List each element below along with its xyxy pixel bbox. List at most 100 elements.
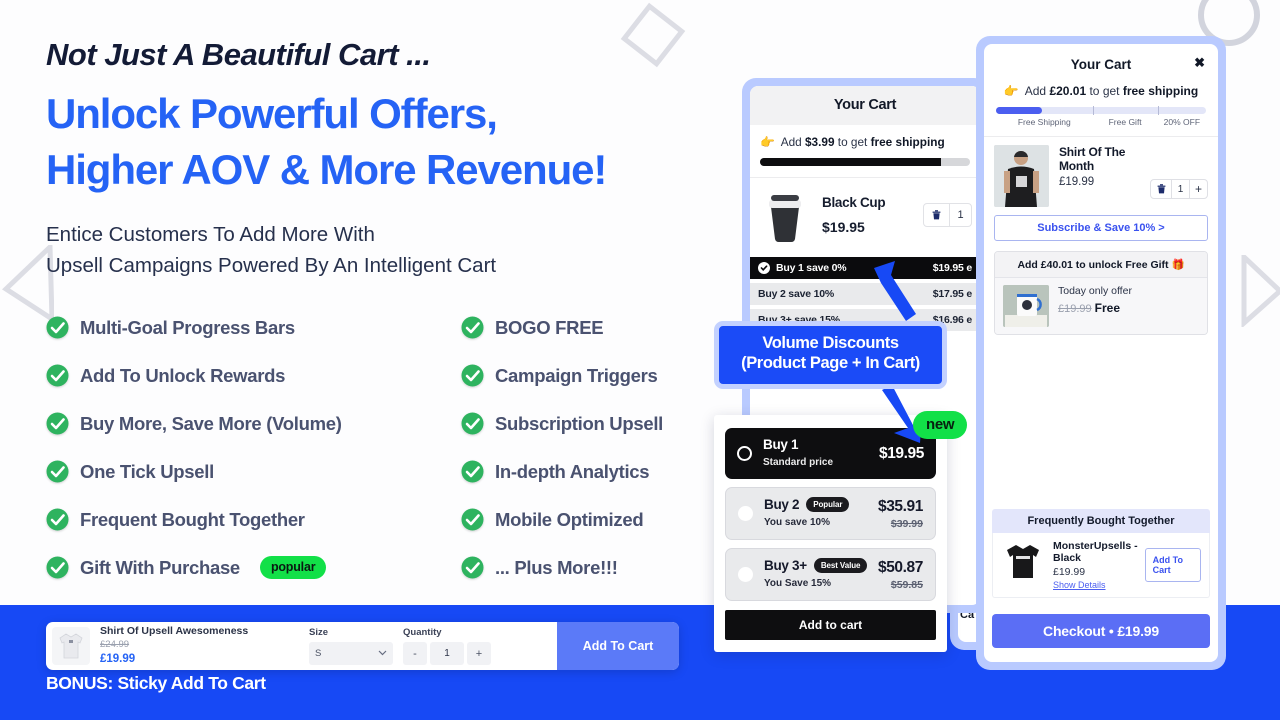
check-circle-icon bbox=[46, 508, 69, 531]
fbt-product-name: MonsterUpsells - Black bbox=[1053, 540, 1138, 564]
volume-options-list: Buy 1 Standard price $19.95 Buy 2 Popular You… bbox=[725, 428, 936, 601]
fbt-add-to-cart-button[interactable]: Add To Cart bbox=[1144, 548, 1201, 582]
hero-section: Not Just A Beautiful Cart ... Unlock Pow… bbox=[46, 37, 726, 281]
quantity-value[interactable]: 1 bbox=[430, 642, 464, 665]
hero-title-line-2: Higher AOV & More Revenue! bbox=[46, 145, 607, 193]
volume-tier-label: Buy 2 save 10% bbox=[758, 288, 835, 300]
cart-right-line-item: Shirt Of The Month £19.99 1 + bbox=[984, 137, 1218, 207]
volume-option[interactable]: Buy 2 Popular You save 10% $35.91 $39.99 bbox=[725, 487, 936, 540]
size-select[interactable]: S bbox=[309, 642, 393, 665]
volume-option-price: $50.87 bbox=[877, 558, 923, 576]
volume-discount-widget: Buy 1 Standard price $19.95 Buy 2 Popular You… bbox=[714, 415, 947, 652]
cart-middle-quantity-value[interactable]: 1 bbox=[949, 204, 971, 226]
milestone-free-shipping: Free Shipping bbox=[1017, 117, 1071, 127]
quantity-increment-button[interactable]: + bbox=[467, 642, 491, 665]
hero-subtitle: Entice Customers To Add More With Upsell… bbox=[46, 219, 726, 281]
ship-amount: $3.99 bbox=[804, 135, 835, 149]
cart-right-progress-legend: Free Shipping Free Gift 20% OFF bbox=[996, 117, 1206, 127]
sticky-add-to-cart-button[interactable]: Add To Cart bbox=[557, 622, 679, 670]
cart-right-shipping-message: 👉 Add £20.01 to get free shipping bbox=[984, 82, 1218, 98]
check-circle-icon bbox=[461, 460, 484, 483]
shirt-model-image bbox=[994, 145, 1049, 207]
subscribe-and-save-button[interactable]: Subscribe & Save 10% > bbox=[994, 215, 1208, 241]
sticky-product-name: Shirt Of Upsell Awesomeness bbox=[100, 624, 249, 637]
radio-button-icon[interactable] bbox=[737, 446, 752, 461]
cart-right-item-price: £19.99 bbox=[1059, 176, 1095, 188]
ship-suffix: to get bbox=[834, 135, 871, 149]
volume-option-title: Buy 1 bbox=[763, 437, 799, 452]
cart-right-quantity-control[interactable]: 1 + bbox=[1150, 179, 1208, 199]
quantity-field: Quantity - 1 + bbox=[403, 627, 513, 665]
cart-middle-progress-bar bbox=[760, 158, 970, 166]
feature-label: ... Plus More!!! bbox=[495, 556, 618, 578]
volume-option-tag: Best Value bbox=[813, 558, 868, 573]
trash-icon[interactable] bbox=[1151, 180, 1171, 198]
gift-mug-image bbox=[1003, 285, 1049, 327]
feature-label: Gift With Purchase bbox=[80, 556, 240, 578]
check-circle-icon bbox=[461, 556, 484, 579]
volume-add-to-cart-button[interactable]: Add to cart bbox=[725, 610, 936, 640]
volume-option-old-price: $39.99 bbox=[890, 517, 923, 530]
bonus-caption: BONUS: Sticky Add To Cart bbox=[46, 673, 266, 693]
check-circle-icon bbox=[461, 316, 484, 339]
sticky-add-to-cart-bar[interactable]: Shirt Of Upsell Awesomeness £24.99 £19.9… bbox=[46, 622, 679, 670]
pointing-hand-icon: 👉 bbox=[1003, 84, 1019, 98]
volume-option-tag: Popular bbox=[806, 497, 850, 512]
cart-middle-item-name: Black Cup bbox=[822, 195, 886, 210]
new-badge: new bbox=[913, 411, 968, 439]
feature-item: Multi-Goal Progress Bars bbox=[46, 312, 461, 343]
feature-label: Campaign Triggers bbox=[495, 364, 658, 386]
volume-option[interactable]: Buy 3+ Best Value You Save 15% $50.87 $59.85 bbox=[725, 548, 936, 601]
hero-sub-line-2: Upsell Campaigns Powered By An Intellige… bbox=[46, 254, 497, 278]
radio-button-icon[interactable] bbox=[738, 506, 753, 521]
volume-option-title: Buy 2 bbox=[764, 497, 800, 512]
cart-right-quantity-value[interactable]: 1 bbox=[1171, 180, 1189, 198]
frequently-bought-together: Frequently Bought Together MonsterUpsell… bbox=[992, 509, 1210, 598]
hero-kicker: Not Just A Beautiful Cart ... bbox=[46, 37, 431, 72]
check-circle-icon bbox=[46, 412, 69, 435]
sticky-old-price: £24.99 bbox=[100, 638, 130, 650]
callout-line-2: (Product Page + In Cart) bbox=[741, 353, 920, 372]
feature-label: Subscription Upsell bbox=[495, 412, 664, 434]
ship-bold: free shipping bbox=[870, 135, 945, 149]
sticky-product-info: Shirt Of Upsell Awesomeness £24.99 £19.9… bbox=[100, 625, 305, 667]
feature-item: Mobile Optimized bbox=[461, 504, 706, 535]
gift-offer-name: Today only offer bbox=[1058, 285, 1132, 297]
sticky-product-thumbnail bbox=[52, 627, 90, 665]
volume-tier-row[interactable]: Buy 2 save 10% $17.95 e bbox=[750, 283, 980, 305]
check-icon bbox=[758, 262, 770, 274]
radio-button-icon[interactable] bbox=[738, 567, 753, 582]
cart-middle-title: Your Cart bbox=[750, 86, 980, 125]
feature-list: Multi-Goal Progress Bars BOGO FREE Add To … bbox=[46, 312, 706, 583]
volume-tier-row[interactable]: Buy 1 save 0% $19.95 e bbox=[750, 257, 980, 279]
cart-right-title: Your Cart bbox=[1070, 57, 1132, 72]
volume-tier-price: $17.95 e bbox=[932, 288, 972, 300]
cart-middle-quantity-control[interactable]: 1 bbox=[923, 203, 972, 227]
sticky-new-price: £19.99 bbox=[100, 653, 136, 666]
page-title: Unlock Powerful Offers, Higher AOV & Mor… bbox=[46, 86, 726, 197]
feature-item: BOGO FREE bbox=[461, 312, 706, 343]
feature-item: One Tick Upsell bbox=[46, 456, 461, 487]
checkout-button[interactable]: Checkout • £19.99 bbox=[992, 614, 1210, 648]
cart-panel-right: Your Cart ✖ 👉 Add £20.01 to get free shi… bbox=[976, 36, 1226, 670]
volume-option-sub: You save 10% bbox=[764, 517, 830, 528]
feature-label: In-depth Analytics bbox=[495, 460, 650, 482]
feature-label: Mobile Optimized bbox=[495, 508, 644, 530]
check-circle-icon bbox=[46, 364, 69, 387]
feature-item: Subscription Upsell bbox=[461, 408, 706, 439]
check-circle-icon bbox=[46, 316, 69, 339]
volume-tier-price: $19.95 e bbox=[932, 262, 972, 274]
quantity-label: Quantity bbox=[403, 627, 442, 638]
feature-label: Add To Unlock Rewards bbox=[80, 364, 286, 386]
fbt-show-details-link[interactable]: Show Details bbox=[1053, 580, 1145, 590]
volume-discounts-callout: Volume Discounts (Product Page + In Cart… bbox=[714, 321, 947, 389]
trash-icon[interactable] bbox=[924, 204, 949, 226]
volume-tier-label: Buy 1 save 0% bbox=[776, 262, 847, 274]
cart-right-quantity-increment[interactable]: + bbox=[1189, 180, 1207, 198]
close-icon[interactable]: ✖ bbox=[1194, 56, 1205, 69]
cart-right-item-name: Shirt Of The Month bbox=[1059, 145, 1126, 173]
quantity-stepper[interactable]: - 1 + bbox=[403, 642, 513, 665]
fbt-header: Frequently Bought Together bbox=[992, 509, 1210, 533]
hero-sub-line-1: Entice Customers To Add More With bbox=[46, 222, 375, 246]
quantity-decrement-button[interactable]: - bbox=[403, 642, 427, 665]
